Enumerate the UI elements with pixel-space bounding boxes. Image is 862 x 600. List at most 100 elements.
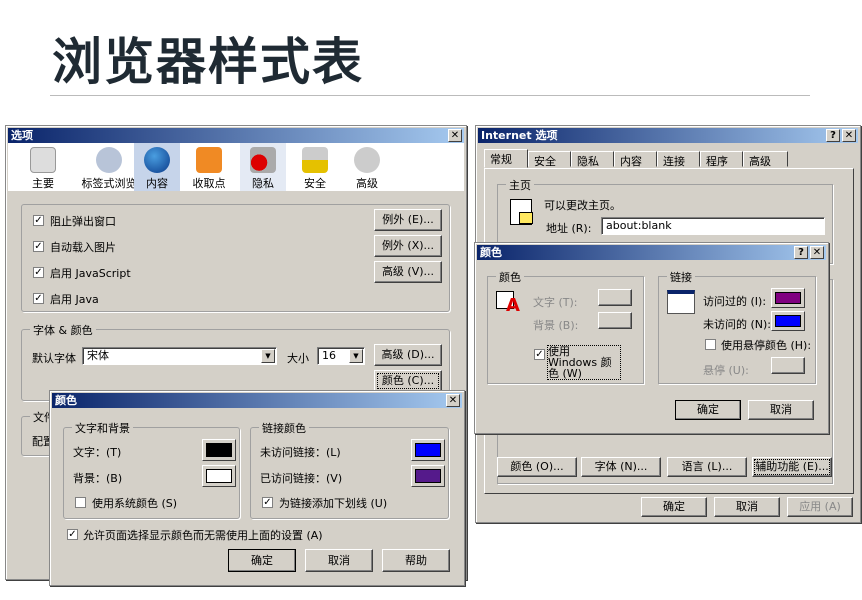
toolbar-label: 内容 — [146, 177, 168, 190]
content-group: ✓ 阻止弹出窗口 ✓ 自动载入图片 ✓ 启用 JavaScript ✓ 启用 Java … — [21, 204, 450, 312]
tab-advanced[interactable]: 高级 — [743, 151, 788, 168]
apply-button[interactable]: 应用 (A) — [787, 497, 853, 517]
size-label: 大小 — [287, 352, 309, 365]
tab-general[interactable]: 常规 — [484, 149, 528, 168]
help-button[interactable]: 帮助 — [382, 549, 450, 572]
rss-icon — [196, 147, 222, 173]
hover-label: 悬停 (U): — [703, 364, 749, 377]
colors-button[interactable]: 颜色 (C)... — [374, 370, 442, 392]
toolbar-feeds[interactable]: 收取点 — [186, 143, 232, 191]
checkbox-system-colors[interactable] — [75, 497, 86, 508]
cancel-button[interactable]: 取消 — [714, 497, 780, 517]
title-bar: 选项 ✕ — [8, 128, 464, 143]
text-background-group: 文字和背景 文字：(T) 背景：(B) 使用系统颜色 (S) — [63, 420, 240, 519]
advanced-fonts-button[interactable]: 高级 (D)... — [374, 344, 442, 366]
tab-connections[interactable]: 连接 — [657, 151, 700, 168]
checkbox-hover-color[interactable] — [705, 339, 716, 350]
unvisited-color-swatch[interactable] — [411, 439, 445, 461]
toolbar-label: 隐私 — [252, 177, 274, 190]
check-label: 启用 Java — [50, 293, 99, 306]
links-group: 链接 访问过的 (I): 未访问的 (N): 使用悬停颜色 (H): 悬停 (U… — [658, 269, 816, 384]
text-color-swatch[interactable] — [202, 439, 236, 461]
ok-button[interactable]: 确定 — [675, 400, 741, 420]
exceptions-images-button[interactable]: 例外 (X)... — [374, 235, 442, 257]
toolbar-privacy[interactable]: 隐私 — [240, 143, 286, 191]
checkbox-block-popups[interactable]: ✓ — [33, 215, 44, 226]
close-button[interactable]: ✕ — [810, 246, 824, 259]
title-divider — [50, 95, 810, 96]
unvisited-color-swatch[interactable] — [771, 311, 805, 331]
check-label: 启用 JavaScript — [50, 267, 131, 280]
group-legend: 文字和背景 — [72, 420, 133, 436]
toolbar-label: 标签式浏览 — [81, 177, 137, 190]
font-value: 宋体 — [87, 349, 109, 362]
ok-button[interactable]: 确定 — [228, 549, 296, 572]
cancel-button[interactable]: 取消 — [748, 400, 814, 420]
ok-button[interactable]: 确定 — [641, 497, 707, 517]
bg-color-button[interactable] — [598, 312, 632, 329]
tab-strip: 常规 安全 隐私 内容 连接 程序 高级 — [484, 149, 854, 169]
accessibility-button[interactable]: 辅助功能 (E)... — [752, 457, 832, 477]
checkbox-use-windows-colors[interactable]: ✓ — [534, 349, 545, 360]
close-button[interactable]: ✕ — [448, 129, 462, 142]
default-font-select[interactable]: 宋体 ▼ — [82, 347, 277, 365]
title-bar: Internet 选项 ? ✕ — [478, 128, 858, 143]
checkbox-load-images[interactable]: ✓ — [33, 241, 44, 252]
chevron-down-icon[interactable]: ▼ — [261, 349, 275, 363]
toolbar-main[interactable]: 主要 — [18, 143, 68, 191]
address-label: 地址 (R): — [546, 222, 592, 235]
tab-security[interactable]: 安全 — [528, 151, 571, 168]
check-label: 允许页面选择显示颜色而无需使用上面的设置 (A) — [83, 529, 323, 542]
unvisited-label: 未访问链接：(L) — [260, 446, 341, 459]
bg-color-label: 背景：(B) — [73, 472, 123, 485]
checkbox-javascript[interactable]: ✓ — [33, 267, 44, 278]
dialog-title: 颜色 — [480, 246, 502, 259]
close-button[interactable]: ✕ — [842, 129, 856, 142]
chevron-down-icon[interactable]: ▼ — [349, 349, 363, 363]
exceptions-popup-button[interactable]: 例外 (E)... — [374, 209, 442, 231]
tab-privacy[interactable]: 隐私 — [571, 151, 614, 168]
check-label: 自动载入图片 — [50, 241, 116, 254]
fonts-button[interactable]: 字体 (N)... — [581, 457, 661, 477]
slide-title: 浏览器样式表 — [52, 33, 364, 91]
hover-color-button[interactable] — [771, 357, 805, 374]
toolbar-label: 高级 — [356, 177, 378, 190]
close-button[interactable]: ✕ — [446, 394, 460, 407]
group-legend: 链接 — [667, 269, 695, 285]
tab-content[interactable]: 内容 — [614, 151, 657, 168]
languages-button[interactable]: 语言 (L)... — [667, 457, 747, 477]
visited-color-swatch[interactable] — [411, 465, 445, 487]
group-legend: 链接颜色 — [259, 420, 309, 436]
help-icon[interactable]: ? — [794, 246, 808, 259]
link-colors-group: 链接颜色 未访问链接：(L) 已访问链接：(V) ✓ 为链接添加下划线 (U) — [250, 420, 449, 519]
cancel-button[interactable]: 取消 — [305, 549, 373, 572]
size-value: 16 — [322, 349, 336, 362]
toolbar-security[interactable]: 安全 — [292, 143, 338, 191]
window-title: 选项 — [11, 129, 33, 142]
window-title: Internet 选项 — [481, 129, 558, 142]
tab-programs[interactable]: 程序 — [700, 151, 743, 168]
visited-color-swatch[interactable] — [771, 288, 805, 308]
check-label: 使用系统颜色 (S) — [92, 497, 178, 510]
checkbox-java[interactable]: ✓ — [33, 293, 44, 304]
group-legend: 字体 & 颜色 — [30, 322, 96, 338]
title-bar: 颜色 ? ✕ — [477, 245, 826, 260]
checkbox-underline[interactable]: ✓ — [262, 497, 273, 508]
colors-group: 颜色 A 文字 (T): 背景 (B): ✓ 使用 Windows 颜色 (W) — [487, 269, 644, 384]
home-page-icon — [510, 199, 533, 225]
colors-button[interactable]: 颜色 (O)... — [497, 457, 577, 477]
text-color-icon: A — [496, 289, 522, 316]
unvisited-label: 未访问的 (N): — [703, 318, 772, 331]
home-desc: 可以更改主页。 — [544, 199, 621, 212]
visited-label: 访问过的 (I): — [703, 295, 767, 308]
toolbar-advanced[interactable]: 高级 — [344, 143, 390, 191]
font-size-select[interactable]: 16 ▼ — [317, 347, 365, 365]
address-input[interactable]: about:blank — [601, 217, 825, 235]
help-icon[interactable]: ? — [826, 129, 840, 142]
dialog-title: 颜色 — [55, 394, 77, 407]
toolbar-content[interactable]: 内容 — [134, 143, 180, 191]
checkbox-allow-page-colors[interactable]: ✓ — [67, 529, 78, 540]
advanced-js-button[interactable]: 高级 (V)... — [374, 261, 442, 283]
text-color-button[interactable] — [598, 289, 632, 306]
bg-color-swatch[interactable] — [202, 465, 236, 487]
